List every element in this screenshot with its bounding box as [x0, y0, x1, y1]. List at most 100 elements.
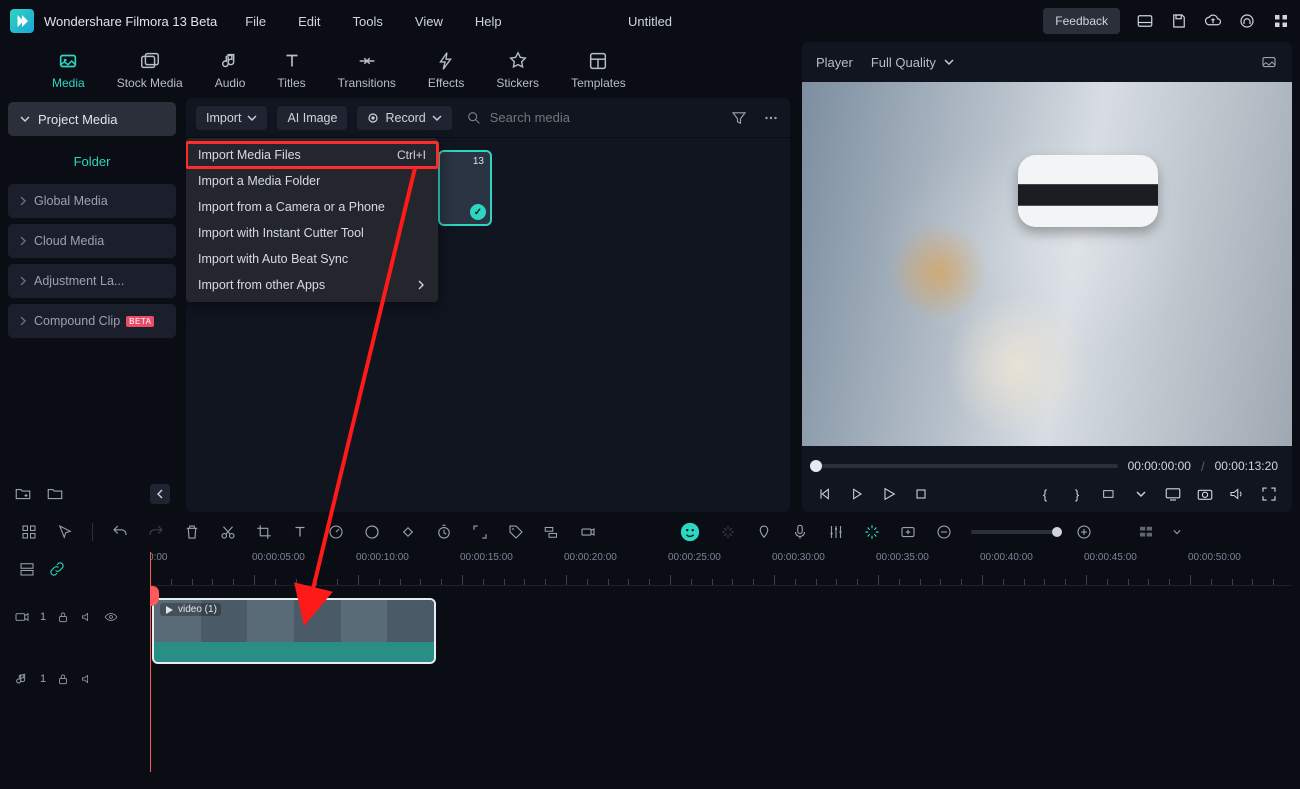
camera-icon[interactable]: [1196, 485, 1214, 503]
mark-in-button[interactable]: {: [1036, 485, 1054, 503]
filmora-icon: [13, 12, 31, 30]
ratio-dropdown[interactable]: [1100, 485, 1118, 503]
eye-icon[interactable]: [104, 610, 118, 624]
ai-image-button[interactable]: AI Image: [277, 106, 347, 130]
filter-icon[interactable]: [730, 109, 748, 127]
menu-file[interactable]: File: [245, 14, 266, 29]
layout-icon[interactable]: [1136, 12, 1154, 30]
stop-button[interactable]: [912, 485, 930, 503]
sidebar-adjustment-layer[interactable]: Adjustment La...: [8, 264, 176, 298]
import-button[interactable]: Import: [196, 106, 267, 130]
folder-row[interactable]: Folder: [8, 144, 176, 178]
lock-icon[interactable]: [56, 610, 70, 624]
chevron-down-icon[interactable]: [1132, 485, 1150, 503]
zoom-slider[interactable]: [971, 530, 1057, 534]
grid-icon[interactable]: [20, 523, 38, 541]
more-icon[interactable]: [762, 109, 780, 127]
redo-icon[interactable]: [147, 523, 165, 541]
quality-dropdown[interactable]: Full Quality: [871, 55, 954, 70]
tab-transitions[interactable]: Transitions: [338, 50, 396, 90]
sample-clip-thumb[interactable]: 13 ✓: [438, 150, 492, 226]
split-icon[interactable]: [219, 523, 237, 541]
sparkle-icon[interactable]: [719, 523, 737, 541]
play-button[interactable]: [880, 485, 898, 503]
tab-media[interactable]: Media: [52, 50, 85, 90]
zoom-in-icon[interactable]: [1075, 523, 1093, 541]
display-device-icon[interactable]: [1164, 485, 1182, 503]
zoom-out-icon[interactable]: [935, 523, 953, 541]
dd-import-camera-phone[interactable]: Import from a Camera or a Phone: [186, 194, 438, 220]
sidebar-collapse-button[interactable]: [150, 484, 170, 504]
crop-icon[interactable]: [255, 523, 273, 541]
sidebar-global-media[interactable]: Global Media: [8, 184, 176, 218]
fullscreen-icon[interactable]: [1260, 485, 1278, 503]
mic-icon[interactable]: [791, 523, 809, 541]
cursor-icon[interactable]: [56, 523, 74, 541]
timeline-ruler[interactable]: 0:0000:00:05:0000:00:10:0000:00:15:0000:…: [150, 552, 1292, 586]
sidebar-cloud-media[interactable]: Cloud Media: [8, 224, 176, 258]
expand-icon[interactable]: [471, 523, 489, 541]
add-track-icon[interactable]: [899, 523, 917, 541]
dd-import-media-folder[interactable]: Import a Media Folder: [186, 168, 438, 194]
folder-icon[interactable]: [46, 485, 64, 503]
link-icon[interactable]: [48, 560, 66, 578]
track-icon[interactable]: [543, 523, 561, 541]
prev-frame-button[interactable]: [816, 485, 834, 503]
clock-icon[interactable]: [435, 523, 453, 541]
cloud-upload-icon[interactable]: [1204, 12, 1222, 30]
mute-icon[interactable]: [80, 610, 94, 624]
timeline-layout-icon[interactable]: [18, 560, 36, 578]
preview-video[interactable]: [802, 82, 1292, 446]
tab-templates[interactable]: Templates: [571, 50, 626, 90]
mute-icon[interactable]: [80, 672, 94, 686]
search-input[interactable]: [490, 110, 650, 125]
dd-import-media-files[interactable]: Import Media FilesCtrl+I: [186, 142, 438, 168]
menu-tools[interactable]: Tools: [353, 14, 383, 29]
speed-icon[interactable]: [327, 523, 345, 541]
play-pause-button[interactable]: [848, 485, 866, 503]
dd-import-other-apps[interactable]: Import from other Apps: [186, 272, 438, 298]
support-icon[interactable]: [1238, 12, 1256, 30]
new-folder-icon[interactable]: [14, 485, 32, 503]
keyframe-icon[interactable]: [399, 523, 417, 541]
apps-icon[interactable]: [1272, 12, 1290, 30]
menu-help[interactable]: Help: [475, 14, 502, 29]
seekbar-handle[interactable]: [810, 460, 822, 472]
ruler-label: 00:00:10:00: [356, 552, 409, 563]
color-icon[interactable]: [363, 523, 381, 541]
feedback-button[interactable]: Feedback: [1043, 8, 1120, 34]
undo-icon[interactable]: [111, 523, 129, 541]
timeline-tracks[interactable]: 0:0000:00:05:0000:00:10:0000:00:15:0000:…: [150, 552, 1292, 772]
zoom-slider-handle[interactable]: [1052, 527, 1062, 537]
menu-edit[interactable]: Edit: [298, 14, 320, 29]
snapshot-icon[interactable]: [1260, 53, 1278, 71]
tab-stickers[interactable]: Stickers: [496, 50, 539, 90]
sidebar-compound-clip[interactable]: Compound ClipBETA: [8, 304, 176, 338]
chevron-down-icon[interactable]: [1173, 528, 1181, 536]
playback-seekbar[interactable]: [816, 464, 1118, 468]
dd-import-instant-cutter[interactable]: Import with Instant Cutter Tool: [186, 220, 438, 246]
render-icon[interactable]: [579, 523, 597, 541]
playhead[interactable]: [150, 552, 151, 772]
tab-titles[interactable]: Titles: [277, 50, 305, 90]
tab-effects[interactable]: Effects: [428, 50, 464, 90]
text-icon[interactable]: [291, 523, 309, 541]
view-grid-icon[interactable]: [1137, 523, 1155, 541]
record-button[interactable]: Record: [357, 106, 451, 130]
timeline-clip[interactable]: video (1): [152, 598, 436, 664]
delete-icon[interactable]: [183, 523, 201, 541]
tag-icon[interactable]: [507, 523, 525, 541]
menu-view[interactable]: View: [415, 14, 443, 29]
dd-import-auto-beat-sync[interactable]: Import with Auto Beat Sync: [186, 246, 438, 272]
volume-icon[interactable]: [1228, 485, 1246, 503]
tab-audio[interactable]: Audio: [215, 50, 246, 90]
marker-icon[interactable]: [755, 523, 773, 541]
tab-stock-media[interactable]: Stock Media: [117, 50, 183, 90]
mark-out-button[interactable]: }: [1068, 485, 1086, 503]
ai-avatar-icon[interactable]: [679, 521, 701, 543]
save-icon[interactable]: [1170, 12, 1188, 30]
color-match-icon[interactable]: [863, 523, 881, 541]
mixer-icon[interactable]: [827, 523, 845, 541]
lock-icon[interactable]: [56, 672, 70, 686]
project-media-button[interactable]: Project Media: [8, 102, 176, 136]
